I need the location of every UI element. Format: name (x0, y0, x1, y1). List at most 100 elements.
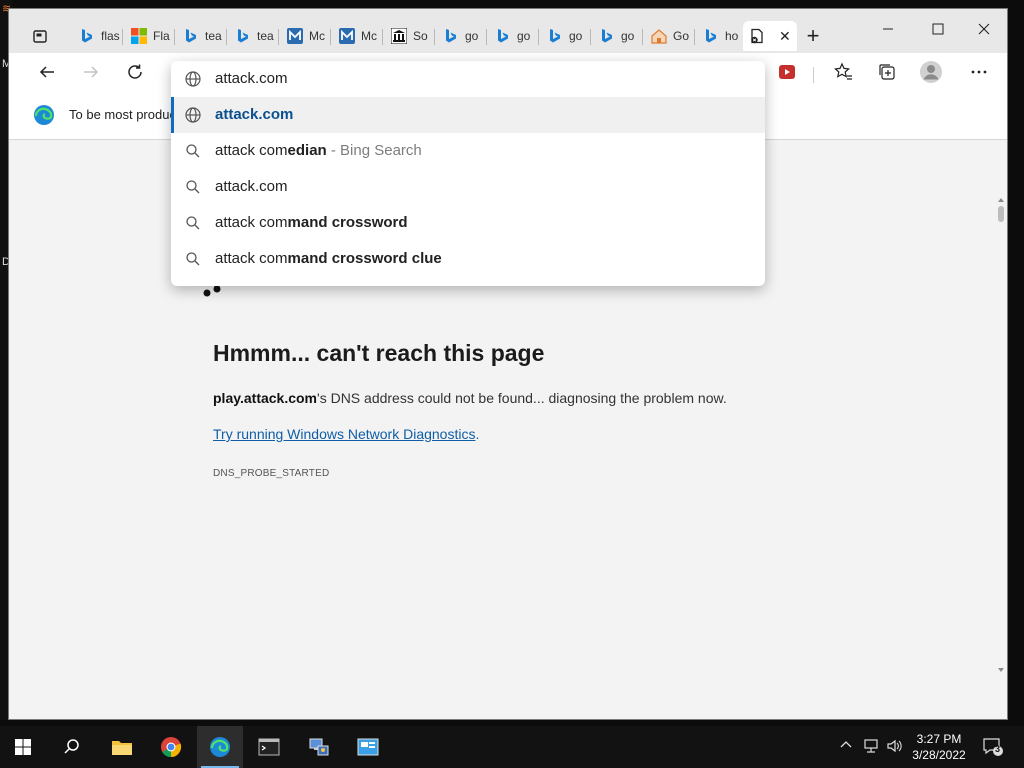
maximize-icon (932, 23, 944, 35)
suggestion-completion: attack.com (215, 106, 294, 123)
tab-title: Fla (153, 29, 170, 43)
forward-button[interactable] (77, 59, 105, 85)
tab-11[interactable]: go (593, 21, 643, 51)
edge-taskbar-button[interactable] (197, 726, 243, 768)
m-logo-icon (339, 28, 355, 44)
suggestion-item[interactable]: attack command crossword (171, 205, 765, 241)
maximize-button[interactable] (915, 15, 961, 43)
volume-tray-button[interactable] (886, 738, 904, 757)
address-bar[interactable]: attack.com (171, 61, 765, 97)
control-panel-icon (357, 738, 379, 756)
tab-separator (226, 29, 227, 45)
tab-actions-button[interactable] (27, 25, 53, 47)
suggestion-completion: edian (287, 142, 327, 159)
suggestion-completion: mand crossword (287, 214, 408, 231)
tab-title: Go (673, 29, 690, 43)
suggestion-typed: attack com (215, 142, 288, 159)
selection-indicator (171, 97, 174, 133)
chrome-button[interactable] (148, 726, 194, 768)
tab-12[interactable]: Go (645, 21, 695, 51)
network-icon (864, 739, 878, 753)
tab-active[interactable]: ✕ (743, 21, 797, 51)
windows-taskbar: 3:27 PM 3/28/2022 3 (0, 726, 1024, 768)
page-error-icon (749, 28, 765, 44)
start-button[interactable] (0, 726, 46, 768)
new-tab-button[interactable]: + (801, 25, 825, 49)
link-tail: . (475, 426, 480, 442)
tab-13[interactable]: ho (697, 21, 747, 51)
suggestion-item[interactable]: attack command crossword clue (171, 241, 765, 277)
toolbar-divider (813, 67, 814, 83)
tab-8[interactable]: go (437, 21, 487, 51)
scroll-up-arrow-icon[interactable] (995, 194, 1007, 206)
favorites-button[interactable] (829, 59, 857, 85)
address-input-value[interactable]: attack.com (215, 70, 288, 87)
tab-4[interactable]: tea (229, 21, 279, 51)
taskbar-clock[interactable]: 3:27 PM 3/28/2022 (906, 731, 972, 763)
scroll-down-arrow-icon[interactable] (995, 664, 1007, 676)
tab-separator (538, 29, 539, 45)
forward-arrow-icon (84, 66, 99, 78)
minimize-button[interactable] (865, 15, 911, 43)
search-icon (184, 250, 202, 268)
refresh-button[interactable] (121, 59, 149, 85)
tab-separator (486, 29, 487, 45)
tab-9[interactable]: go (489, 21, 539, 51)
tab-3[interactable]: tea (177, 21, 227, 51)
suggestion-source: - Bing Search (326, 142, 422, 159)
search-icon (184, 178, 202, 196)
network-app-button[interactable] (296, 726, 342, 768)
collections-button[interactable] (873, 59, 901, 85)
suggestion-typed: attack com (215, 214, 288, 231)
notification-count: 3 (995, 744, 1001, 754)
settings-more-button[interactable] (965, 59, 993, 85)
museum-icon (391, 28, 407, 44)
tab-2[interactable]: Fla (125, 21, 175, 51)
show-hidden-icons-button[interactable] (840, 738, 852, 753)
youtube-extension-button[interactable] (773, 59, 801, 85)
page-scrollbar[interactable] (995, 140, 1007, 719)
bing-icon (235, 28, 251, 44)
suggestion-item[interactable]: attack.com (171, 97, 765, 133)
tab-title: flas (101, 29, 120, 43)
collections-icon (879, 64, 895, 80)
tab-10[interactable]: go (541, 21, 591, 51)
action-center-button[interactable]: 3 (982, 736, 1004, 761)
search-taskbar-button[interactable] (49, 726, 95, 768)
tab-5[interactable]: Mc (281, 21, 331, 51)
microsoft-icon (131, 28, 147, 44)
suggestion-text: attack command crossword clue (215, 250, 442, 267)
tab-1[interactable]: flas (73, 21, 123, 51)
address-bar-dropdown: attack.com attack.com attack comedian - B… (171, 61, 765, 286)
scroll-thumb[interactable] (998, 206, 1004, 222)
tab-6[interactable]: Mc (333, 21, 383, 51)
close-tab-icon[interactable]: ✕ (779, 28, 791, 45)
search-icon (64, 739, 79, 754)
network-tray-button[interactable] (862, 738, 880, 757)
bing-icon (443, 28, 459, 44)
avatar-icon (920, 61, 942, 83)
chrome-icon (161, 737, 182, 758)
suggestion-completion: mand crossword clue (287, 250, 442, 267)
network-diagnostics-link[interactable]: Try running Windows Network Diagnostics (213, 426, 475, 442)
bing-icon (183, 28, 199, 44)
tab-title: tea (205, 29, 222, 43)
suggestion-item[interactable]: attack comedian - Bing Search (171, 133, 765, 169)
control-panel-button[interactable] (345, 726, 391, 768)
tab-7[interactable]: So (385, 21, 435, 51)
edge-browser-window: flas Fla tea tea Mc Mc So go go go go Go ho ✕ + (8, 8, 1008, 720)
file-explorer-button[interactable] (99, 726, 145, 768)
profile-button[interactable] (917, 59, 945, 85)
terminal-button[interactable] (246, 726, 292, 768)
suggestion-item[interactable]: attack.com (171, 169, 765, 205)
back-button[interactable] (33, 59, 61, 85)
close-window-button[interactable] (961, 15, 1007, 43)
m-logo-icon (287, 28, 303, 44)
bing-icon (703, 28, 719, 44)
bing-icon (599, 28, 615, 44)
tab-title: Mc (361, 29, 377, 43)
tab-separator (434, 29, 435, 45)
tab-title: go (569, 29, 583, 43)
folder-icon (112, 741, 132, 755)
notification-icon (983, 738, 1003, 756)
